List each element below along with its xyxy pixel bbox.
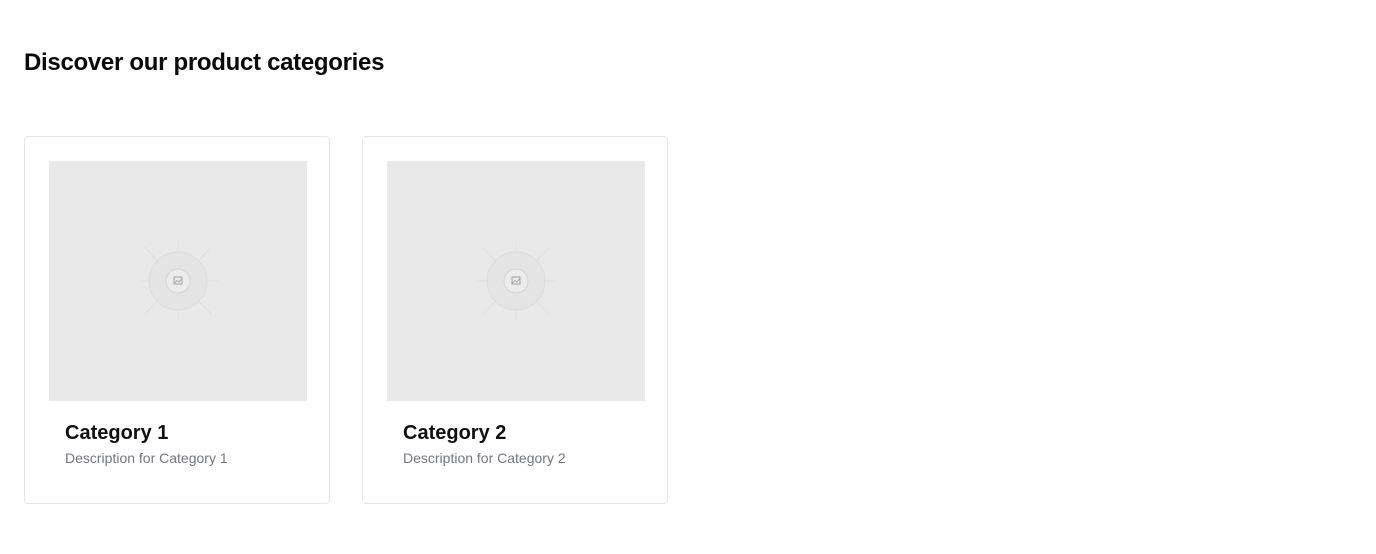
category-description: Description for Category 2 (403, 450, 566, 466)
category-card[interactable]: Category 1 Description for Category 1 (24, 136, 330, 504)
category-grid: Category 1 Description for Category 1 Ca… (24, 136, 668, 504)
page: Discover our product categories Category… (0, 0, 1376, 554)
category-title: Category 2 (403, 422, 507, 444)
image-placeholder-icon (476, 241, 556, 321)
category-card[interactable]: Category 2 Description for Category 2 (362, 136, 668, 504)
category-card-body: Category 1 Description for Category 1 (49, 401, 305, 468)
category-card-body: Category 2 Description for Category 2 (387, 401, 643, 468)
category-description: Description for Category 1 (65, 450, 228, 466)
category-title: Category 1 (65, 422, 169, 444)
image-placeholder-icon (138, 241, 218, 321)
category-image-placeholder (387, 161, 645, 401)
page-title: Discover our product categories (24, 49, 385, 76)
category-image-placeholder (49, 161, 307, 401)
